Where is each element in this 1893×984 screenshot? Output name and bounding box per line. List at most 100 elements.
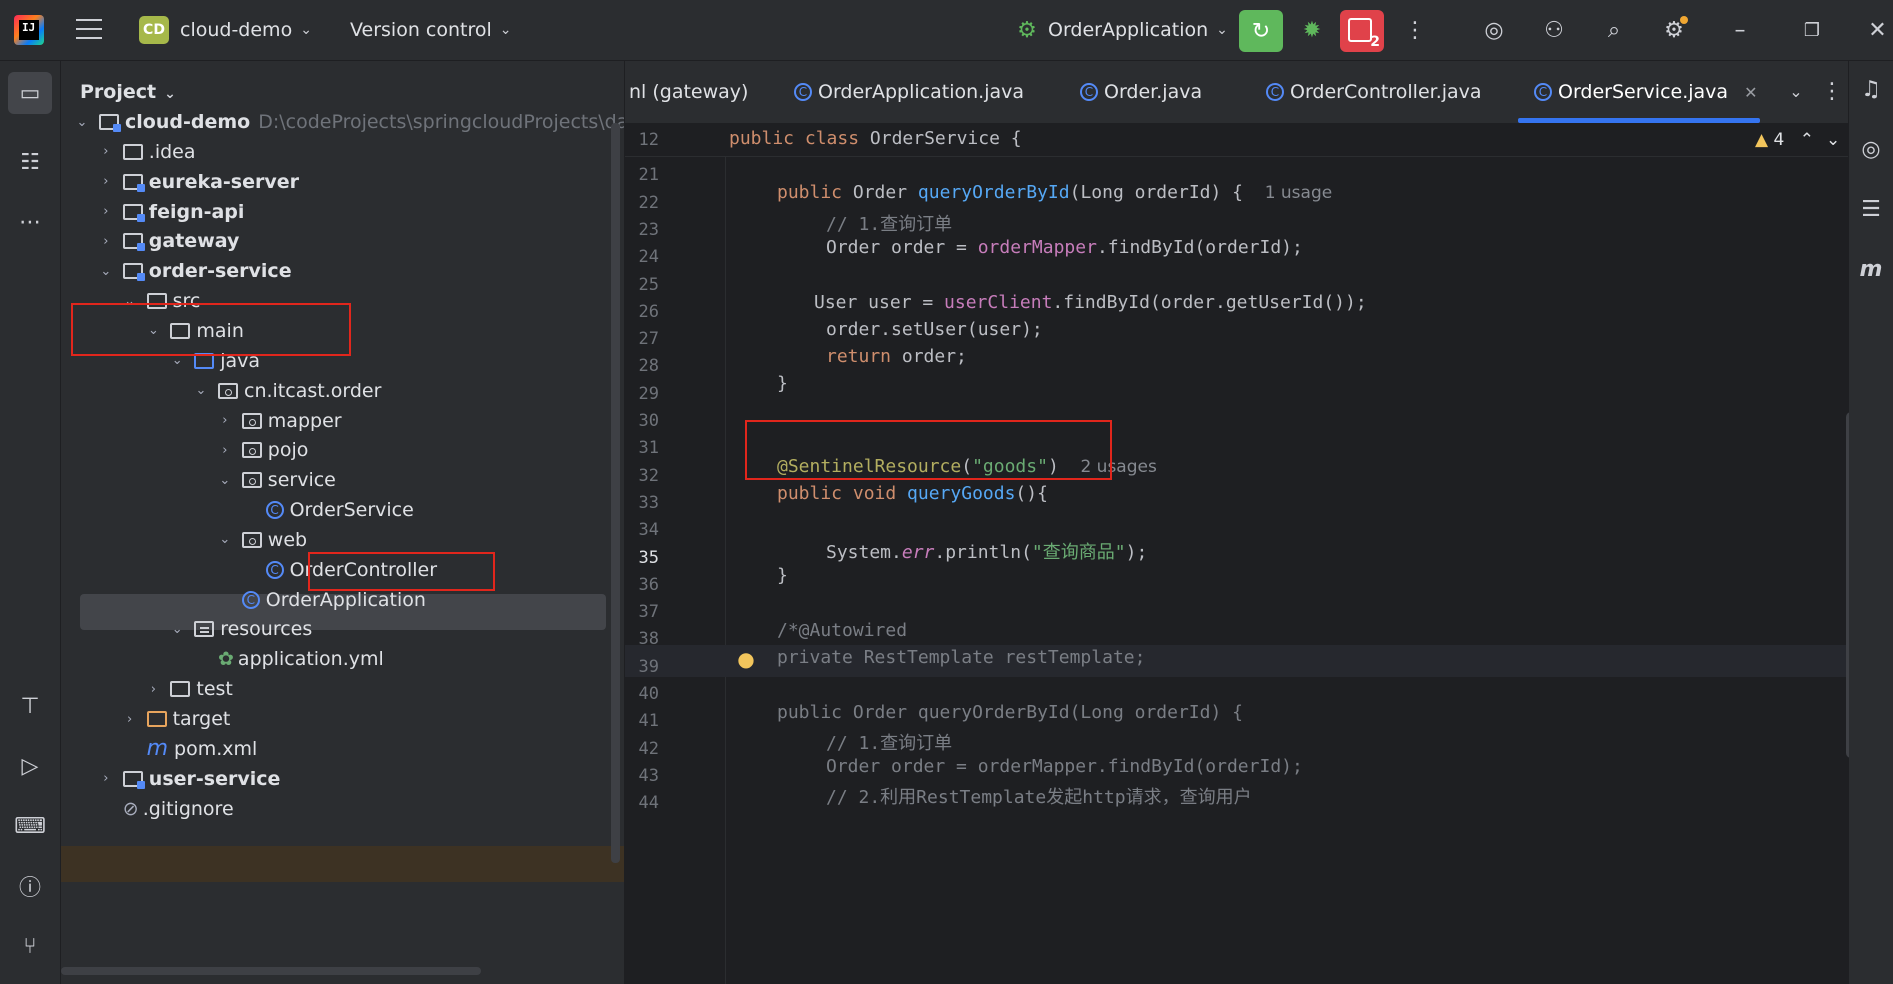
terminal-icon[interactable]: ⌨ (8, 805, 52, 847)
chevron-down-icon[interactable]: ⌄ (99, 264, 113, 279)
chevron-down-icon[interactable]: ⌄ (194, 383, 208, 398)
tab-more-icon[interactable]: ⋮ (1817, 75, 1847, 107)
project-h-scrollbar[interactable] (61, 967, 481, 975)
debug-icon[interactable]: ✹ (1296, 14, 1328, 46)
maven-icon[interactable]: m (1855, 249, 1887, 289)
git-icon[interactable]: ⑂ (8, 925, 52, 967)
chevron-right-icon[interactable]: › (99, 771, 113, 786)
chevron-down-icon[interactable]: ⌄ (218, 532, 232, 547)
tab-orderservice[interactable]: C OrderService.java ✕ (1534, 61, 1757, 123)
code-line-38[interactable]: /*@Autowired (777, 620, 907, 641)
chevron-right-icon[interactable]: › (99, 144, 113, 159)
tree-item-label: web (267, 528, 308, 551)
tree-item-label: target (172, 708, 231, 730)
chevron-right-icon[interactable]: › (218, 413, 232, 428)
chevron-down-icon: ⌄ (300, 22, 312, 38)
code-line-24[interactable]: Order order = orderMapper.findById(order… (826, 237, 1303, 258)
ai-assistant-icon[interactable]: ◎ (1478, 14, 1510, 46)
warnings-indicator[interactable]: ▲ 4 ⌃ ⌄ (1755, 130, 1840, 150)
version-control-menu[interactable]: Version control ⌄ (350, 0, 512, 60)
code-line-29[interactable]: } (777, 373, 788, 394)
add-user-icon[interactable]: ⚇ (1538, 14, 1570, 46)
chevron-down-icon: ⌄ (1825, 130, 1841, 150)
code-line-35[interactable]: System.err.println("查询商品"); (826, 538, 1147, 564)
minimize-icon[interactable]: – (1724, 14, 1756, 46)
line-number: 44 (638, 793, 659, 814)
chevron-right-icon[interactable]: › (146, 682, 160, 697)
search-icon[interactable]: ⌕ (1598, 14, 1630, 46)
class-icon: C (241, 590, 260, 609)
line-number: 35 (638, 547, 659, 568)
problems-icon[interactable]: ⓘ (8, 865, 52, 907)
close-tab-icon[interactable]: ✕ (1744, 83, 1757, 102)
chevron-right-icon[interactable]: › (123, 712, 137, 727)
line-number: 36 (638, 574, 659, 595)
code-line-44[interactable]: // 2.利用RestTemplate发起http请求，查询用户 (826, 783, 1252, 809)
services-icon[interactable]: ▷ (8, 745, 52, 787)
structure-icon[interactable]: ☷ (8, 141, 52, 183)
code-line-43[interactable]: Order order = orderMapper.findById(order… (826, 756, 1303, 777)
tree-item-label: cn.itcast.order (244, 379, 382, 402)
tree-item-label: eureka-server (148, 170, 300, 193)
warning-icon: ▲ (1755, 130, 1769, 150)
tree-item-label: application.yml (237, 648, 384, 671)
rerun-button[interactable]: ↻ (1239, 10, 1283, 52)
stop-button[interactable]: 2 (1340, 10, 1384, 52)
project-scrollbar[interactable] (611, 123, 620, 863)
code-line-39[interactable]: private RestTemplate restTemplate; (777, 647, 1145, 668)
class-icon: C (265, 501, 284, 520)
build-hammer-icon[interactable]: ⊤ (8, 685, 52, 727)
run-config-selector[interactable]: ⚙ OrderApplication ⌄ (1012, 0, 1228, 60)
chevron-down-icon[interactable]: ⌄ (170, 622, 184, 637)
right-tool-strip: ♫ ◎ ☰ m (1849, 61, 1893, 984)
close-window-icon[interactable]: ✕ (1862, 14, 1893, 46)
main-menu-icon[interactable] (76, 19, 102, 41)
tab-order[interactable]: C Order.java (1080, 61, 1202, 123)
code-line-22[interactable]: public Order queryOrderById(Long orderId… (777, 182, 1332, 203)
project-selector[interactable]: cloud-demo ⌄ (180, 0, 312, 60)
restore-icon[interactable]: ❐ (1796, 14, 1828, 46)
tree-item-label: gateway (148, 230, 240, 253)
line-number: 43 (638, 765, 659, 786)
database-icon[interactable]: ☰ (1855, 189, 1887, 229)
tree-item[interactable]: ⊘ .gitignore (99, 791, 234, 827)
chevron-down-icon[interactable]: ⌄ (218, 473, 232, 488)
more-tools-icon[interactable]: ⋯ (8, 201, 52, 243)
chevron-right-icon[interactable]: › (99, 204, 113, 219)
notifications-bell-icon[interactable]: ♫ (1855, 69, 1887, 109)
tab-gateway[interactable]: nl (gateway) (629, 61, 748, 123)
rerun-icon: ↻ (1251, 18, 1271, 44)
folder-icon (241, 442, 262, 459)
project-folder-icon[interactable]: ▭ (8, 72, 52, 114)
settings-gear-icon[interactable]: ⚙ (1658, 14, 1690, 46)
project-panel-title[interactable]: Project ⌄ (80, 81, 176, 103)
tree-item-label: order-service (148, 260, 292, 283)
tab-list-chevron-icon[interactable]: ⌄ (1781, 75, 1811, 107)
code-line-26[interactable]: User user = userClient.findById(order.ge… (814, 292, 1367, 313)
tab-ordercontroller[interactable]: C OrderController.java (1266, 61, 1482, 123)
code-line-41[interactable]: public Order queryOrderById(Long orderId… (777, 702, 1243, 723)
tab-orderapplication[interactable]: C OrderApplication.java (794, 61, 1024, 123)
highlight-box-orderservice (308, 552, 495, 591)
ai-chat-icon[interactable]: ◎ (1855, 129, 1887, 169)
lightbulb-icon[interactable]: ● (733, 644, 759, 674)
more-actions-icon[interactable]: ⋮ (1400, 14, 1430, 46)
intellij-logo-icon[interactable]: IJ (14, 15, 44, 45)
chevron-right-icon[interactable]: › (218, 443, 232, 458)
code-editor[interactable]: 12 public class OrderService { ▲ 4 ⌃⌄ 20… (625, 124, 1848, 984)
code-line-28[interactable]: return order; (826, 346, 967, 367)
chevron-right-icon[interactable]: › (99, 174, 113, 189)
chevron-right-icon[interactable]: › (99, 234, 113, 249)
chevron-down-icon[interactable]: ⌄ (75, 115, 89, 130)
code-line-42[interactable]: // 1.查询订单 (826, 729, 952, 755)
folder-icon (241, 412, 262, 429)
code-line-33[interactable]: public void queryGoods(){ (777, 483, 1048, 504)
code-line-27[interactable]: order.setUser(user); (826, 319, 1043, 340)
code-line-23[interactable]: // 1.查询订单 (826, 210, 952, 236)
tree-item-label: pom.xml (174, 737, 258, 760)
code-line-36[interactable]: } (777, 565, 788, 586)
project-badge[interactable]: CD (139, 16, 169, 44)
line-number: 23 (638, 219, 659, 240)
line-number: 24 (638, 247, 659, 268)
sticky-line[interactable]: 12 public class OrderService { (625, 124, 1848, 157)
